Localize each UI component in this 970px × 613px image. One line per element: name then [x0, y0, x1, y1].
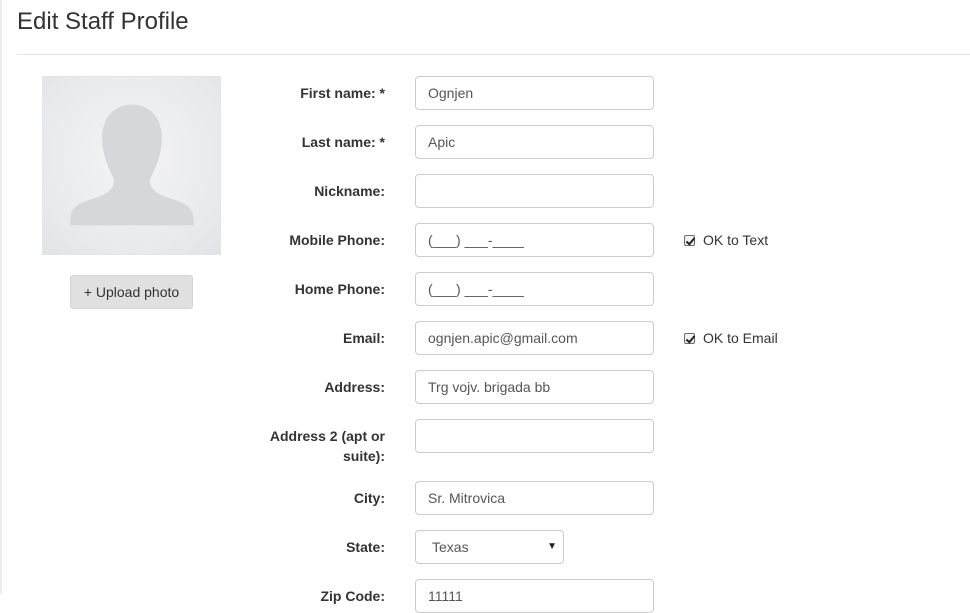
nickname-input[interactable]: [415, 174, 654, 208]
mobile-phone-label: Mobile Phone:: [289, 232, 385, 248]
address2-label: Address 2 (apt or suite):: [235, 426, 385, 466]
address-label: Address:: [324, 379, 385, 395]
ok-to-email-label: OK to Email: [703, 330, 778, 346]
city-label: City:: [353, 490, 385, 506]
address-input[interactable]: [415, 370, 654, 404]
page-title: Edit Staff Profile: [17, 8, 189, 35]
profile-photo: [42, 76, 221, 255]
address2-label-line2: suite):: [343, 448, 385, 464]
last-name-input[interactable]: [415, 125, 654, 159]
ok-to-email-checkbox[interactable]: OK to Email: [684, 330, 778, 346]
person-silhouette-icon: [69, 104, 195, 226]
first-name-label: First name: *: [300, 85, 385, 101]
left-border: [0, 0, 2, 594]
zip-label: Zip Code:: [320, 588, 385, 604]
address2-label-line1: Address 2 (apt or: [269, 428, 385, 444]
ok-to-text-checkbox[interactable]: OK to Text: [684, 232, 768, 248]
last-name-label: Last name: *: [301, 134, 385, 150]
first-name-input[interactable]: [415, 76, 654, 110]
ok-to-text-label: OK to Text: [703, 232, 769, 248]
upload-photo-button[interactable]: + Upload photo: [70, 275, 193, 309]
city-input[interactable]: [415, 481, 654, 515]
zip-input[interactable]: [415, 579, 654, 613]
address2-input[interactable]: [415, 419, 654, 453]
mobile-phone-input[interactable]: [415, 223, 654, 257]
title-divider: [17, 54, 970, 55]
caret-down-icon: ▼: [547, 541, 557, 552]
home-phone-input[interactable]: [415, 272, 654, 306]
nickname-label: Nickname:: [314, 183, 385, 199]
state-select[interactable]: Texas ▼: [415, 530, 564, 564]
home-phone-label: Home Phone:: [294, 281, 385, 297]
email-input[interactable]: [415, 321, 654, 355]
state-label: State:: [346, 539, 385, 555]
email-label: Email:: [342, 330, 385, 346]
checkbox-checked-icon: [684, 234, 695, 246]
state-selected-value: Texas: [432, 539, 469, 555]
checkbox-checked-icon: [684, 332, 695, 344]
